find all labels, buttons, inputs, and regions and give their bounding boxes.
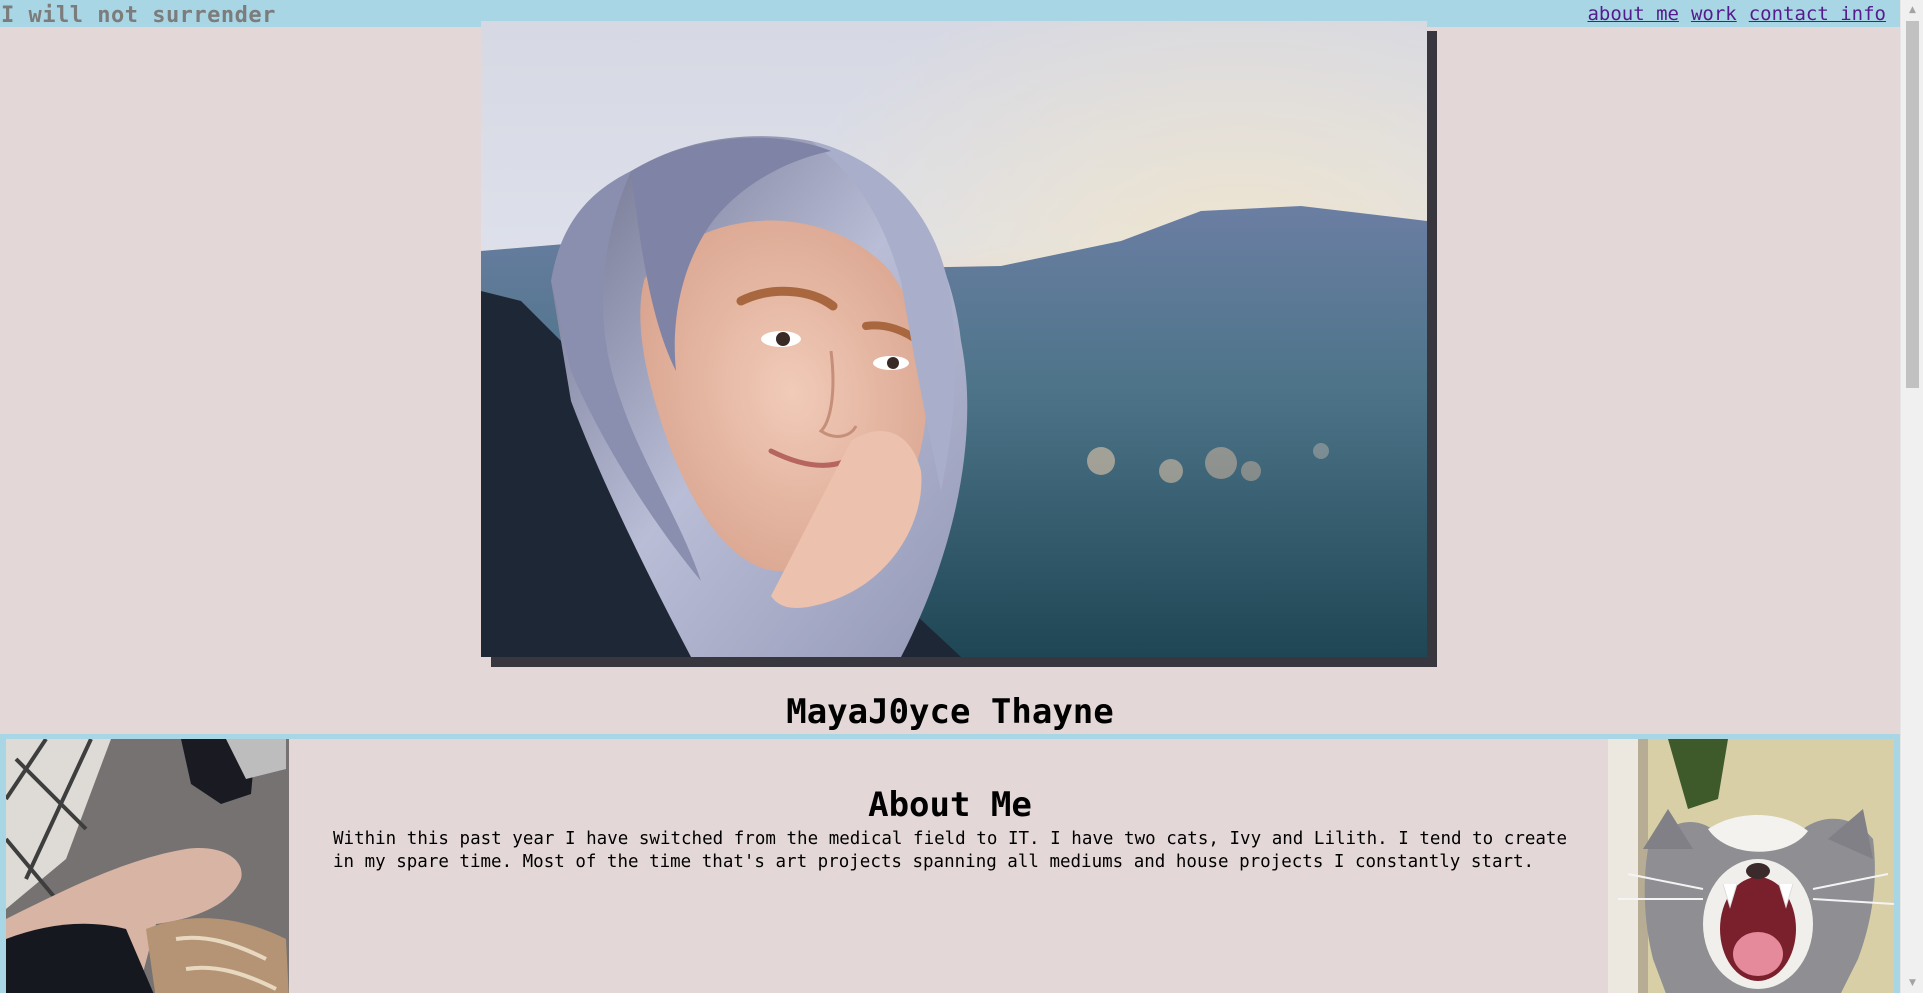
- nav-link-about-me[interactable]: about me: [1587, 2, 1679, 26]
- site-title: I will not surrender: [1, 3, 276, 28]
- cat-photo-left: [6, 739, 289, 993]
- vertical-scrollbar[interactable]: ▲ ▼: [1900, 0, 1923, 993]
- nav-link-work[interactable]: work: [1691, 2, 1737, 26]
- scrollbar-thumb[interactable]: [1906, 21, 1919, 388]
- top-nav: about me work contact info: [1587, 2, 1886, 26]
- browser-page: I will not surrender about me work conta…: [0, 0, 1923, 993]
- name-heading: MayaJ0yce Thayne: [786, 692, 1114, 732]
- about-section-panel: About Me Within this past year I have sw…: [6, 739, 1894, 993]
- cat-photo-right: [1608, 739, 1894, 993]
- hero-portrait-photo: [481, 21, 1427, 657]
- hero-photo-frame: [481, 21, 1437, 667]
- nav-link-contact-info[interactable]: contact info: [1749, 2, 1886, 26]
- page-viewport: I will not surrender about me work conta…: [0, 0, 1900, 993]
- about-section: About Me Within this past year I have sw…: [0, 734, 1900, 993]
- about-paragraph: Within this past year I have switched fr…: [333, 829, 1567, 872]
- scroll-down-arrow-icon[interactable]: ▼: [1901, 973, 1923, 993]
- scroll-up-arrow-icon[interactable]: ▲: [1901, 0, 1923, 20]
